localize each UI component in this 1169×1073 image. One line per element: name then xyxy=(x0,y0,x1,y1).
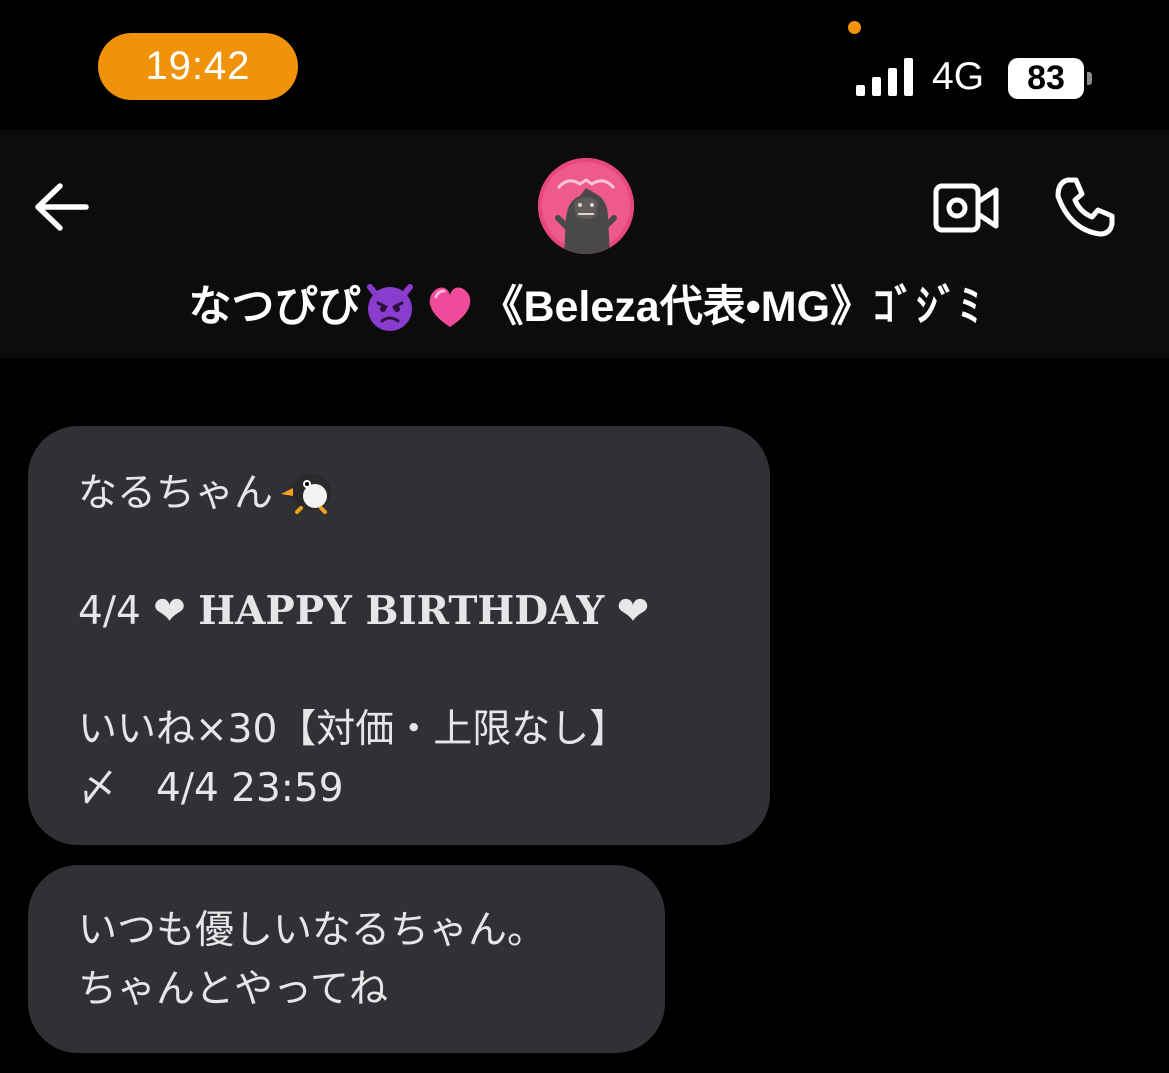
request-text: いいね×30【対価・上限なし】 xyxy=(78,707,629,752)
message-bubble[interactable]: いつも優しいなるちゃん。 ちゃんとやってね xyxy=(28,865,665,1053)
greeting-text: なるちゃん xyxy=(78,471,274,516)
birthday-text: HAPPY BIRTHDAY xyxy=(198,588,605,634)
arrow-left-icon[interactable] xyxy=(30,178,92,236)
battery-tip xyxy=(1087,72,1092,85)
message-line: いつも優しいなるちゃん。 xyxy=(78,908,547,953)
message-line: ちゃんとやってね xyxy=(78,967,389,1012)
angry-devil-emoji xyxy=(367,284,414,331)
avatar-image xyxy=(538,158,634,254)
battery-level: 83 xyxy=(1008,58,1084,99)
birthday-date: 4/4 xyxy=(78,589,141,634)
heart-icon: ❤ xyxy=(153,589,186,634)
network-type: 4G xyxy=(932,55,985,98)
contact-name[interactable]: なつぴぴ 《Beleza代表•MG》ｺﾞｼﾞﾐ xyxy=(0,272,1169,334)
video-call-icon[interactable] xyxy=(932,180,1000,236)
chat-screen: 19:42 4G 83 なつぴぴ 《Beleza代表•MG》ｺﾞｼﾞﾐ なるちゃ… xyxy=(0,0,1169,1073)
status-time[interactable]: 19:42 xyxy=(98,33,298,100)
message-line: 4/4 ❤ HAPPY BIRTHDAY ❤ xyxy=(78,582,730,641)
pink-heart-emoji xyxy=(430,287,471,327)
message-line: なるちゃん xyxy=(78,464,730,523)
message-bubble[interactable]: なるちゃん 4/4 ❤ HAPPY BIRTHDAY ❤ いいね×30【対価・上… xyxy=(28,426,770,845)
chat-header: なつぴぴ 《Beleza代表•MG》ｺﾞｼﾞﾐ xyxy=(0,130,1169,358)
privacy-indicator-dot xyxy=(848,21,861,34)
status-bar: 19:42 4G 83 xyxy=(0,0,1169,130)
contact-avatar[interactable] xyxy=(538,158,634,254)
contact-name-part1: なつぴぴ xyxy=(188,283,361,331)
contact-name-part2: 《Beleza代表•MG》ｺﾞｼﾞﾐ xyxy=(480,283,981,331)
deadline-text: 〆 4/4 23:59 xyxy=(78,766,344,811)
penguin-emoji xyxy=(281,474,332,514)
heart-icon: ❤ xyxy=(616,589,650,634)
battery-indicator: 83 xyxy=(1008,58,1092,99)
signal-strength-icon xyxy=(856,58,913,96)
phone-icon[interactable] xyxy=(1052,174,1118,240)
